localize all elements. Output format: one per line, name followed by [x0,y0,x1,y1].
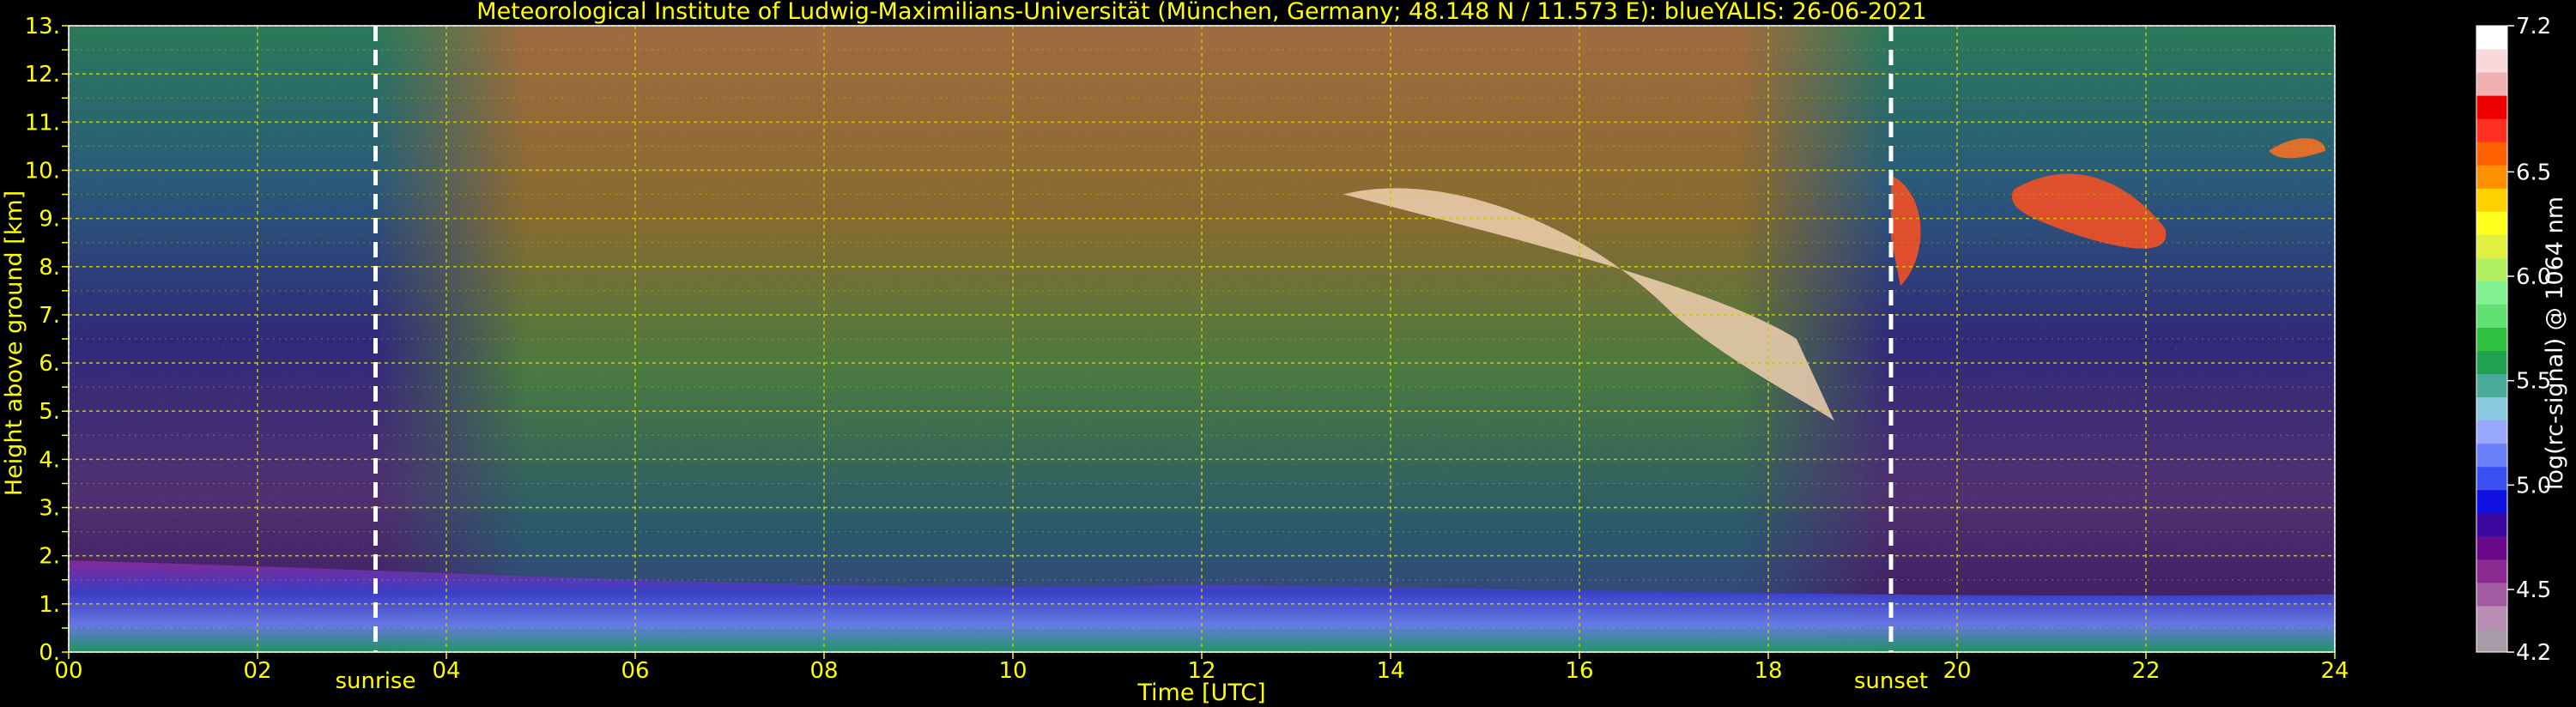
x-tick-label: 24 [2320,658,2349,684]
y-tick-label: 7. [39,303,60,329]
y-tick-label: 8. [39,255,60,281]
colorbar-swatch [2476,304,2507,328]
plot-area [69,26,2335,652]
x-axis-label: Time [UTC] [1136,680,1265,706]
colorbar-swatch [2476,165,2507,189]
sunset-label: sunset [1854,668,1928,694]
colorbar-swatch [2476,72,2507,96]
x-tick-label: 02 [243,658,271,684]
x-tick-label: 22 [2131,658,2160,684]
y-axis-label: Height above ground [km] [1,190,27,496]
x-tick-label: 18 [1754,658,1782,684]
colorbar-swatch [2476,118,2507,142]
colorbar-swatch [2476,95,2507,119]
colorbar-swatch [2476,512,2507,537]
colorbar-tick-label: 4.2 [2516,640,2551,666]
colorbar-swatch [2476,211,2507,235]
x-tick-label: 20 [1943,658,1971,684]
y-tick-label: 11. [25,110,60,136]
colorbar-swatch [2476,257,2507,281]
sunrise-label: sunrise [336,668,416,694]
colorbar-swatch [2476,605,2507,630]
colorbar-swatch [2476,142,2507,166]
y-tick-label: 13. [25,14,60,39]
colorbar-swatch [2476,559,2507,583]
x-tick-label: 04 [432,658,460,684]
colorbar-swatch [2476,234,2507,258]
lidar-chart: 0.1.2.3.4.5.6.7.8.9.10.11.12.13. 00 02 04 0… [1,0,2568,706]
x-tick-label: 14 [1376,658,1404,684]
colorbar-tick-label: 7.2 [2516,14,2551,39]
colorbar-swatch [2476,535,2507,560]
x-tick-label: 10 [998,658,1027,684]
x-tick-label: 16 [1565,658,1593,684]
colorbar-swatch [2476,582,2507,607]
x-tick-label: 06 [621,658,649,684]
colorbar-swatch [2476,26,2507,50]
colorbar-swatch [2476,49,2507,73]
colorbar-swatch [2476,281,2507,305]
colorbar-tick-label: 6.5 [2516,160,2551,185]
y-tick-label: 2. [39,544,60,570]
y-tick-label: 12. [25,62,60,88]
colorbar-swatch [2476,396,2507,421]
colorbar-swatch [2476,466,2507,491]
colorbar-label: log(rc-signal) @ 1064 nm [2542,196,2568,490]
y-tick-label: 3. [39,496,60,522]
colorbar-swatch [2476,373,2507,398]
y-tick-label: 6. [39,351,60,377]
y-tick-label: 1. [39,592,60,618]
signal-noise [69,26,2335,652]
y-tick-label: 10. [25,158,60,184]
colorbar-swatch [2476,350,2507,375]
colorbar-swatch [2476,443,2507,468]
chart-title: Meteorological Institute of Ludwig-Maxim… [476,0,1926,25]
colorbar-swatch [2476,628,2507,653]
colorbar-swatch [2476,420,2507,444]
colorbar-tick-label: 4.5 [2516,577,2551,603]
colorbar: 4.24.55.05.56.06.57.2 [2476,14,2551,666]
y-tick-label: 5. [39,399,60,425]
colorbar-swatch [2476,188,2507,212]
colorbar-swatch [2476,489,2507,514]
x-tick-label: 08 [809,658,838,684]
x-tick-label: 00 [54,658,82,684]
y-tick-label: 4. [39,447,60,473]
colorbar-swatch [2476,327,2507,352]
y-tick-label: 9. [39,207,60,233]
